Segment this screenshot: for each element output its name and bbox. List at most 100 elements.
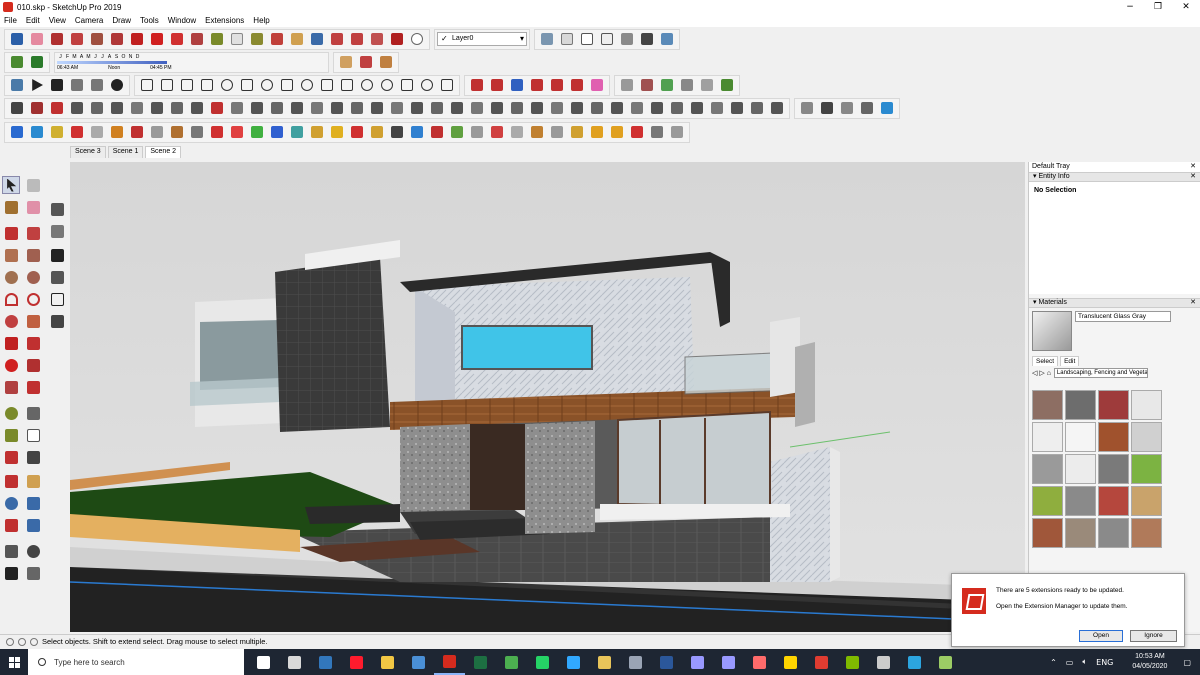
ext-icon[interactable] — [189, 124, 205, 140]
text-icon[interactable] — [24, 426, 42, 444]
tab-select[interactable]: Select — [1032, 356, 1059, 366]
tape-measure-icon[interactable] — [2, 404, 20, 422]
ext-icon[interactable] — [169, 100, 185, 116]
ext-icon[interactable] — [469, 124, 485, 140]
after-effects-icon[interactable] — [682, 649, 713, 675]
lock-icon[interactable] — [48, 312, 66, 330]
app-13-icon[interactable] — [620, 649, 651, 675]
premiere-icon[interactable] — [713, 649, 744, 675]
follow-me-icon[interactable] — [24, 356, 42, 374]
orbit-icon[interactable] — [2, 472, 20, 490]
stop-icon[interactable] — [49, 77, 65, 93]
transform-icon[interactable] — [469, 77, 485, 93]
ext-icon[interactable] — [229, 100, 245, 116]
eraser-tool-icon[interactable] — [29, 31, 45, 47]
line-tool-icon[interactable] — [49, 31, 65, 47]
app-23-icon[interactable] — [930, 649, 961, 675]
material-swatch[interactable] — [1131, 518, 1162, 548]
geo-location-icon[interactable] — [6, 637, 14, 646]
ext-icon[interactable] — [329, 100, 345, 116]
ext-icon[interactable] — [609, 124, 625, 140]
ext-icon[interactable] — [89, 100, 105, 116]
ext-icon[interactable] — [429, 100, 445, 116]
material-swatch[interactable] — [1032, 422, 1063, 452]
play-icon[interactable] — [29, 77, 45, 93]
monochrome-style-icon[interactable] — [659, 31, 675, 47]
gear-icon[interactable] — [109, 77, 125, 93]
materials-close-icon[interactable]: ✕ — [1190, 299, 1196, 307]
doc-icon[interactable] — [48, 222, 66, 240]
ext-icon[interactable] — [29, 124, 45, 140]
word-icon[interactable] — [651, 649, 682, 675]
shaded-textures-style-icon[interactable] — [639, 31, 655, 47]
ext-icon[interactable] — [329, 124, 345, 140]
ext-icon[interactable] — [49, 124, 65, 140]
ext-icon[interactable] — [249, 124, 265, 140]
ignore-button[interactable]: Ignore — [1130, 630, 1177, 642]
ext-icon[interactable] — [109, 100, 125, 116]
scale-tool-icon[interactable] — [189, 31, 205, 47]
text-tool-icon[interactable] — [229, 31, 245, 47]
ext-icon[interactable] — [69, 124, 85, 140]
position-camera-icon[interactable] — [2, 542, 20, 560]
component-icon[interactable] — [48, 200, 66, 218]
ext-icon[interactable] — [49, 100, 65, 116]
ext-icon[interactable] — [149, 100, 165, 116]
ext-icon[interactable] — [549, 100, 565, 116]
materials-header[interactable]: ▾ Materials ✕ — [1029, 298, 1200, 308]
material-swatch[interactable] — [1065, 422, 1096, 452]
material-name-field[interactable]: Translucent Glass Gray — [1075, 311, 1171, 322]
rectangle-tool-icon[interactable] — [89, 31, 105, 47]
material-collection-dropdown[interactable]: Landscaping, Fencing and Vegetation — [1053, 368, 1148, 378]
shape-icon[interactable] — [439, 77, 455, 93]
ext-icon[interactable] — [859, 100, 875, 116]
toggle-terrain-icon[interactable] — [29, 54, 45, 70]
circle-icon[interactable] — [2, 268, 20, 286]
make-component-icon[interactable] — [24, 176, 42, 194]
sticky-notes-icon[interactable] — [775, 649, 806, 675]
paint-bucket-icon[interactable] — [2, 198, 20, 216]
ext-icon[interactable] — [389, 100, 405, 116]
pie-icon[interactable] — [2, 312, 20, 330]
tab-scene-2[interactable]: Scene 2 — [145, 146, 182, 158]
select-arrow-icon[interactable] — [2, 176, 20, 194]
menu-camera[interactable]: Camera — [75, 16, 103, 25]
app-21-icon[interactable] — [868, 649, 899, 675]
language-indicator[interactable]: ENG — [1096, 658, 1113, 667]
ext-icon[interactable] — [769, 100, 785, 116]
ext-icon[interactable] — [289, 124, 305, 140]
menu-window[interactable]: Window — [168, 16, 196, 25]
model-viewport[interactable] — [70, 162, 1025, 632]
zoom-extents-icon[interactable] — [329, 31, 345, 47]
back-edges-style-icon[interactable] — [559, 31, 575, 47]
ext-icon[interactable] — [409, 124, 425, 140]
tray-close-icon[interactable]: ✕ — [1190, 162, 1196, 172]
material-swatch[interactable] — [1131, 422, 1162, 452]
push-pull-tool-icon[interactable] — [109, 31, 125, 47]
move-icon[interactable] — [2, 334, 20, 352]
transform-icon[interactable] — [589, 77, 605, 93]
house-icon[interactable] — [48, 268, 66, 286]
whatsapp-icon[interactable] — [527, 649, 558, 675]
entity-info-header[interactable]: ▾ Entity Info ✕ — [1029, 172, 1200, 182]
misc-icon[interactable] — [639, 77, 655, 93]
hidden-line-style-icon[interactable] — [599, 31, 615, 47]
freehand-icon[interactable] — [24, 224, 42, 242]
sketchup-icon[interactable] — [434, 649, 465, 675]
material-swatch[interactable] — [1032, 454, 1063, 484]
zoom-extents-icon[interactable] — [2, 516, 20, 534]
layer-dropdown[interactable]: Layer0 — [437, 32, 527, 46]
two-point-arc-icon[interactable] — [24, 290, 42, 308]
ext-icon[interactable] — [129, 124, 145, 140]
photoshop-icon[interactable] — [558, 649, 589, 675]
menu-file[interactable]: File — [4, 16, 17, 25]
ext-icon[interactable] — [709, 100, 725, 116]
ext-icon[interactable] — [469, 100, 485, 116]
three-point-arc-icon[interactable] — [24, 312, 42, 330]
menu-tools[interactable]: Tools — [140, 16, 159, 25]
shape-icon[interactable] — [339, 77, 355, 93]
menu-extensions[interactable]: Extensions — [205, 16, 244, 25]
edge-icon[interactable] — [310, 649, 341, 675]
section-plane-icon[interactable] — [338, 54, 354, 70]
ext-icon[interactable] — [9, 124, 25, 140]
